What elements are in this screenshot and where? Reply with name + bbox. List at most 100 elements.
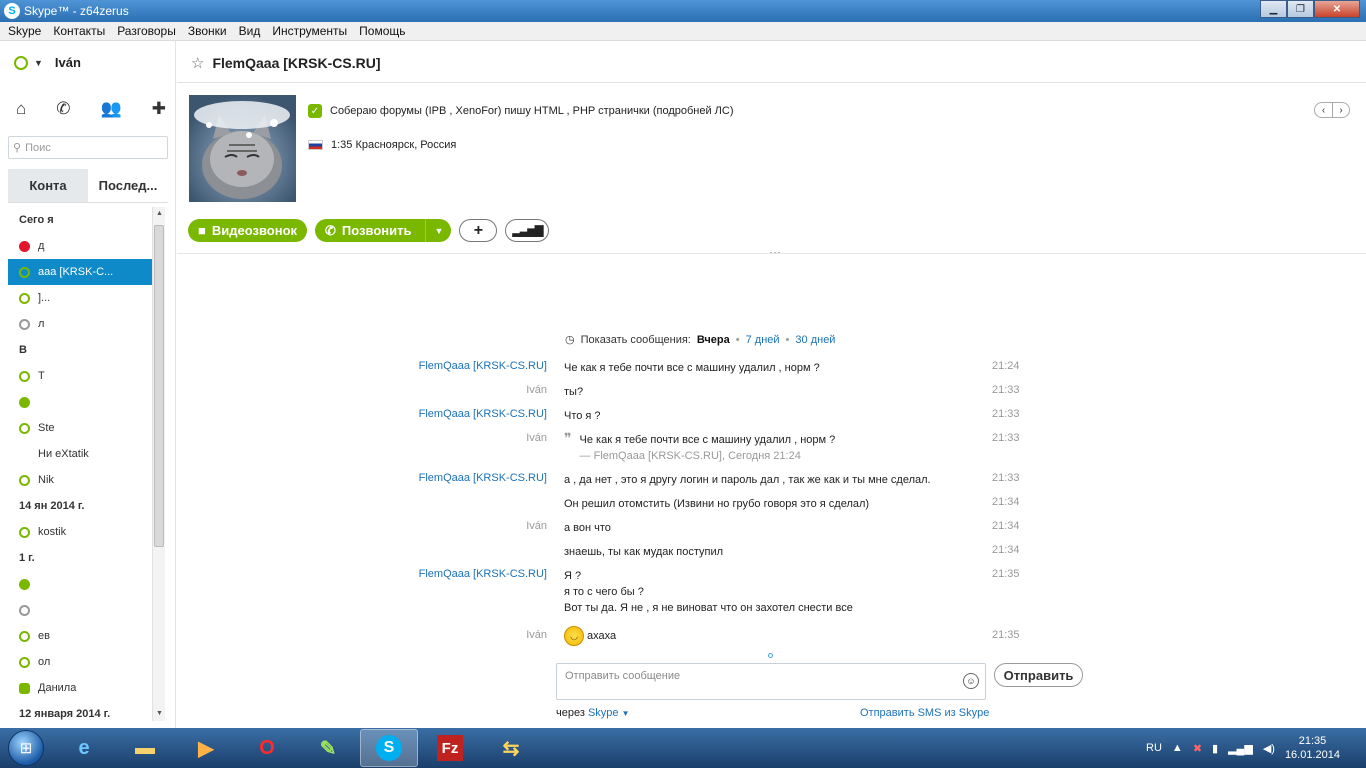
search-input[interactable]: ⚲ Поис	[8, 136, 168, 159]
star-icon[interactable]: ☆	[191, 54, 204, 72]
add-contact-icon[interactable]: ✚	[152, 99, 166, 119]
message-sender[interactable]: FlemQaaa [KRSK-CS.RU]	[377, 568, 547, 580]
taskbar-filezilla[interactable]: Fz	[421, 729, 479, 767]
message-sender[interactable]: Iván	[377, 520, 547, 532]
message-text: Он решил отомстить (Извини но грубо гово…	[564, 496, 994, 512]
taskbar-ie[interactable]: e	[55, 729, 113, 767]
message-line: а , да нет , это я другу логин и пароль …	[564, 474, 931, 486]
video-call-button[interactable]: ■ Видеозвонок	[188, 219, 308, 242]
clock[interactable]: 21:35 16.01.2014	[1285, 734, 1340, 762]
taskbar-skype[interactable]: S	[360, 729, 418, 767]
message-sender[interactable]: FlemQaaa [KRSK-CS.RU]	[377, 408, 547, 420]
internet-explorer-icon: e	[78, 736, 90, 759]
maximize-button[interactable]: ❐	[1287, 0, 1314, 18]
scroll-up-icon[interactable]: ▲	[153, 207, 166, 221]
message-sender[interactable]: Iván	[377, 384, 547, 396]
contact-name: Данила	[38, 682, 77, 694]
contact-name: ев	[38, 630, 50, 642]
contact-list-item[interactable]: л	[8, 311, 153, 337]
send-button[interactable]: Отправить	[994, 663, 1083, 687]
taskbar-opera[interactable]: O	[238, 729, 296, 767]
start-button[interactable]: ⊞	[0, 728, 52, 768]
menu-skype[interactable]: Skype	[2, 24, 47, 38]
contact-list-item[interactable]: aaa [KRSK-C...	[8, 259, 153, 285]
taskbar-explorer[interactable]: ▬	[116, 729, 174, 767]
contact-list-item[interactable]	[8, 571, 153, 597]
language-indicator[interactable]: RU	[1146, 742, 1162, 754]
contact-list-item[interactable]: ев	[8, 623, 153, 649]
network-warning-icon[interactable]: ✖	[1193, 742, 1202, 755]
show-7-days-link[interactable]: 7 дней	[746, 334, 780, 346]
contact-list-item[interactable]: ол	[8, 649, 153, 675]
contact-list-scrollbar[interactable]: ▲ ▼	[152, 207, 165, 721]
home-icon[interactable]: ⌂	[16, 99, 26, 119]
tab-recent[interactable]: Послед...	[88, 169, 168, 202]
chevron-down-icon[interactable]: ▼	[34, 58, 43, 68]
emoticon-icon[interactable]: ☺	[963, 673, 979, 689]
contact-list-item[interactable]: Ste	[8, 415, 153, 441]
skype-logo-icon: S	[4, 3, 20, 19]
group-icon[interactable]: 👥	[101, 99, 122, 119]
taskbar-remote[interactable]: ⇆	[482, 729, 540, 767]
message-sender[interactable]: FlemQaaa [KRSK-CS.RU]	[377, 472, 547, 484]
contact-avatar[interactable]	[189, 95, 296, 202]
chevron-down-icon[interactable]: ▼	[622, 709, 630, 718]
battery-icon[interactable]: ▮	[1212, 742, 1218, 755]
contact-list-item[interactable]: kostik	[8, 519, 153, 545]
resize-handle[interactable]: ···	[769, 245, 781, 259]
opera-icon: O	[259, 736, 275, 759]
message-sender[interactable]: Iván	[377, 629, 547, 641]
close-button[interactable]: ✕	[1314, 0, 1360, 18]
message-input[interactable]: Отправить сообщение ☺	[556, 663, 986, 700]
taskbar-notepadpp[interactable]: ✎	[299, 729, 357, 767]
menu-conversations[interactable]: Разговоры	[111, 24, 182, 38]
menu-calls[interactable]: Звонки	[182, 24, 233, 38]
send-sms-link[interactable]: Отправить SMS из Skype	[860, 707, 989, 719]
sidebar: ▼ Iván ⌂ ✆ 👥 ✚ ⚲ Поис Конта Послед... Се…	[0, 41, 176, 728]
menu-help[interactable]: Помощь	[353, 24, 411, 38]
contact-name: FlemQaaa [KRSK-CS.RU]	[212, 55, 381, 71]
phone-icon[interactable]: ✆	[56, 99, 70, 119]
prev-icon[interactable]: ‹	[1315, 103, 1332, 117]
contact-list-item[interactable]: Nik	[8, 467, 153, 493]
tab-contacts[interactable]: Конта	[8, 169, 88, 202]
message-line: Он решил отомстить (Извини но грубо гово…	[564, 498, 870, 510]
contact-list-item[interactable]: Данила	[8, 675, 153, 701]
status-icon	[19, 526, 30, 538]
message-line: Че как я тебе почти все с машину удалил …	[564, 362, 820, 374]
message-line: Что я ?	[564, 410, 601, 422]
signal-icon[interactable]: ▂▄▆	[1228, 742, 1253, 755]
scroll-thumb[interactable]	[154, 225, 164, 547]
chevron-down-icon[interactable]: ▼	[425, 219, 451, 242]
menu-tools[interactable]: Инструменты	[266, 24, 353, 38]
call-button[interactable]: ✆ Позвонить ▼	[315, 219, 452, 242]
message-sender[interactable]: Iván	[377, 432, 547, 444]
status-icon	[19, 656, 30, 668]
contact-group-header: 14 ян 2014 г.	[19, 500, 85, 512]
taskbar-media-player[interactable]: ▶	[177, 729, 235, 767]
status-icon	[19, 292, 30, 304]
contact-list-item[interactable]: Ни eXtatik	[8, 441, 153, 467]
next-icon[interactable]: ›	[1332, 103, 1349, 117]
minimize-button[interactable]: ▁	[1260, 0, 1287, 18]
contact-list-item[interactable]: д	[8, 233, 153, 259]
contact-list-item[interactable]: Т	[8, 363, 153, 389]
tray-expand-icon[interactable]: ▲	[1172, 742, 1183, 754]
menu-contacts[interactable]: Контакты	[47, 24, 111, 38]
contact-list-item[interactable]	[8, 597, 153, 623]
window-title: Skype™ - z64zerus	[24, 4, 129, 18]
add-button[interactable]: +	[459, 219, 498, 242]
contact-list-item[interactable]: ]...	[8, 285, 153, 311]
scroll-down-icon[interactable]: ▼	[153, 707, 166, 721]
via-skype-dropdown[interactable]: Skype	[588, 707, 619, 719]
message-input-placeholder: Отправить сообщение	[565, 670, 681, 682]
volume-icon[interactable]: ◀)	[1263, 742, 1275, 755]
message-sender[interactable]: FlemQaaa [KRSK-CS.RU]	[377, 360, 547, 372]
menu-view[interactable]: Вид	[233, 24, 267, 38]
contact-name: Ste	[38, 422, 55, 434]
contact-list-item[interactable]	[8, 389, 153, 415]
online-status-icon[interactable]	[14, 55, 28, 70]
call-quality-button[interactable]: ▂▃▅▇	[505, 219, 550, 242]
show-30-days-link[interactable]: 30 дней	[795, 334, 835, 346]
profile-status[interactable]: ▼ Iván	[14, 55, 81, 70]
